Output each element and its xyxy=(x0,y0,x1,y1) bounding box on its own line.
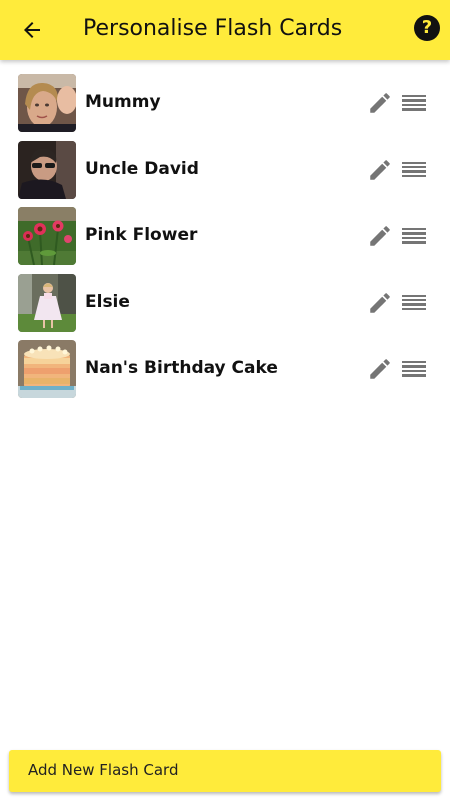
drag-handle-icon[interactable] xyxy=(402,228,426,246)
add-flash-card-button[interactable]: Add New Flash Card xyxy=(9,750,441,792)
flash-card-list: Mummy Uncle David Pink Flower Elsie Nan'… xyxy=(0,70,450,403)
card-label: Pink Flower xyxy=(85,225,198,245)
drag-handle-icon[interactable] xyxy=(402,361,426,379)
pencil-icon xyxy=(370,93,390,113)
flash-card-row[interactable]: Nan's Birthday Cake xyxy=(0,336,450,403)
edit-button[interactable] xyxy=(367,90,393,116)
flash-card-row[interactable]: Elsie xyxy=(0,270,450,337)
flash-card-row[interactable]: Pink Flower xyxy=(0,203,450,270)
card-label: Mummy xyxy=(85,92,161,112)
arrow-left-icon xyxy=(24,22,40,38)
edit-button[interactable] xyxy=(367,290,393,316)
pencil-icon xyxy=(370,226,390,246)
pencil-icon xyxy=(370,292,390,313)
help-circle-icon: ? xyxy=(421,17,433,38)
card-thumbnail xyxy=(18,140,76,199)
add-flash-card-label: Add New Flash Card xyxy=(28,761,179,779)
edit-button[interactable] xyxy=(367,356,393,382)
flash-card-row[interactable]: Mummy xyxy=(0,70,450,137)
pencil-icon xyxy=(370,359,390,379)
drag-handle-icon[interactable] xyxy=(402,294,426,313)
drag-handle-icon[interactable] xyxy=(402,161,426,180)
app-bar: Personalise Flash Cards ? xyxy=(0,0,450,60)
page-title: Personalise Flash Cards xyxy=(83,16,343,41)
card-thumbnail xyxy=(18,74,76,132)
help-button[interactable]: ? xyxy=(414,15,440,41)
card-label: Nan's Birthday Cake xyxy=(85,358,278,378)
edit-button[interactable] xyxy=(367,157,393,183)
card-thumbnail xyxy=(18,207,76,265)
card-label: Elsie xyxy=(85,291,130,312)
card-thumbnail xyxy=(18,273,76,332)
edit-button[interactable] xyxy=(367,223,393,249)
drag-handle-icon[interactable] xyxy=(402,95,426,113)
card-label: Uncle David xyxy=(85,158,199,179)
pencil-icon xyxy=(370,159,390,180)
card-thumbnail xyxy=(18,340,76,398)
flash-card-row[interactable]: Uncle David xyxy=(0,137,450,204)
back-button[interactable] xyxy=(14,12,50,48)
